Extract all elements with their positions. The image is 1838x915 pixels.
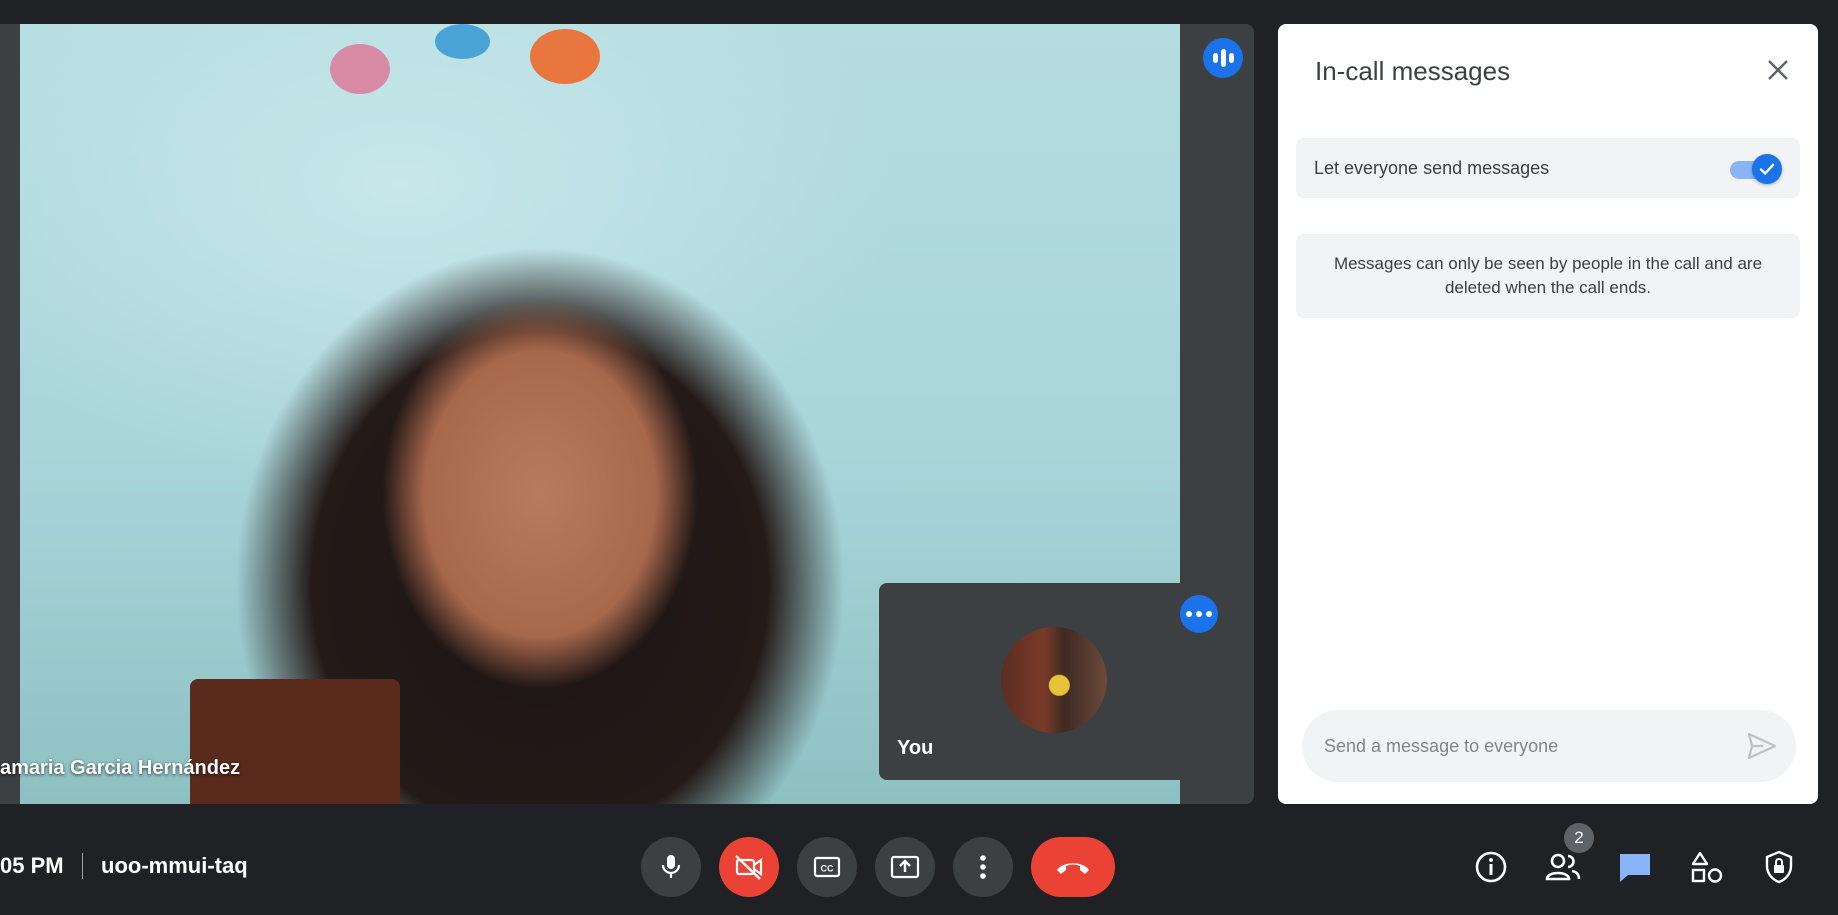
send-icon: [1747, 732, 1777, 760]
self-video-tile[interactable]: You: [879, 583, 1230, 780]
check-icon: [1759, 163, 1775, 175]
more-vertical-icon: [980, 855, 986, 879]
tile-options-button[interactable]: [1180, 595, 1218, 633]
host-controls-button[interactable]: [1755, 843, 1803, 891]
hang-up-icon: [1057, 863, 1089, 874]
meeting-details-button[interactable]: [1467, 843, 1515, 891]
wall-decoration: [330, 44, 390, 94]
in-call-messages-panel: In-call messages Let everyone send messa…: [1278, 24, 1818, 804]
leave-call-button[interactable]: [1031, 837, 1115, 897]
chair: [190, 679, 400, 804]
self-tile-label: You: [897, 737, 934, 759]
messages-info-box: Messages can only be seen by people in t…: [1296, 234, 1800, 318]
info-icon: [1475, 851, 1507, 883]
activities-icon: [1691, 851, 1723, 883]
wall-decoration: [530, 29, 600, 84]
people-icon: [1545, 853, 1581, 881]
panel-title: In-call messages: [1315, 56, 1511, 86]
participant-count-badge: 2: [1564, 823, 1594, 853]
camera-off-icon: [735, 855, 763, 880]
host-controls-icon: [1765, 850, 1793, 884]
more-options-button[interactable]: [953, 837, 1013, 897]
chat-button[interactable]: [1611, 843, 1659, 891]
close-panel-button[interactable]: [1756, 48, 1800, 92]
video-stage: amaria Garcia Hernández You: [0, 24, 1254, 804]
audio-level-icon: [1203, 38, 1243, 78]
toggle-thumb: [1752, 154, 1782, 184]
chat-icon: [1620, 854, 1650, 882]
message-composer: [1302, 710, 1796, 782]
microphone-icon: [661, 855, 681, 878]
svg-text:CC: CC: [821, 864, 834, 874]
present-screen-icon: [890, 855, 920, 879]
message-input[interactable]: [1324, 710, 1724, 782]
wall-decoration: [435, 24, 490, 59]
send-message-button[interactable]: [1744, 728, 1780, 764]
bottom-control-bar: 05 PM uoo-mmui-taq CC 2: [0, 815, 1838, 915]
speaker-name-label: amaria Garcia Hernández: [0, 757, 241, 779]
divider: [82, 853, 83, 879]
allow-messages-toggle[interactable]: [1730, 154, 1782, 184]
close-icon: [1768, 60, 1788, 80]
captions-button[interactable]: CC: [797, 837, 857, 897]
meeting-time: 05 PM: [0, 853, 64, 878]
present-button[interactable]: [875, 837, 935, 897]
captions-icon: CC: [813, 856, 841, 878]
self-avatar: [1001, 627, 1107, 733]
camera-button[interactable]: [719, 837, 779, 897]
meeting-code: uoo-mmui-taq: [101, 853, 248, 878]
microphone-button[interactable]: [641, 837, 701, 897]
allow-messages-setting: Let everyone send messages: [1296, 138, 1800, 198]
setting-label: Let everyone send messages: [1314, 157, 1550, 178]
activities-button[interactable]: [1683, 843, 1731, 891]
